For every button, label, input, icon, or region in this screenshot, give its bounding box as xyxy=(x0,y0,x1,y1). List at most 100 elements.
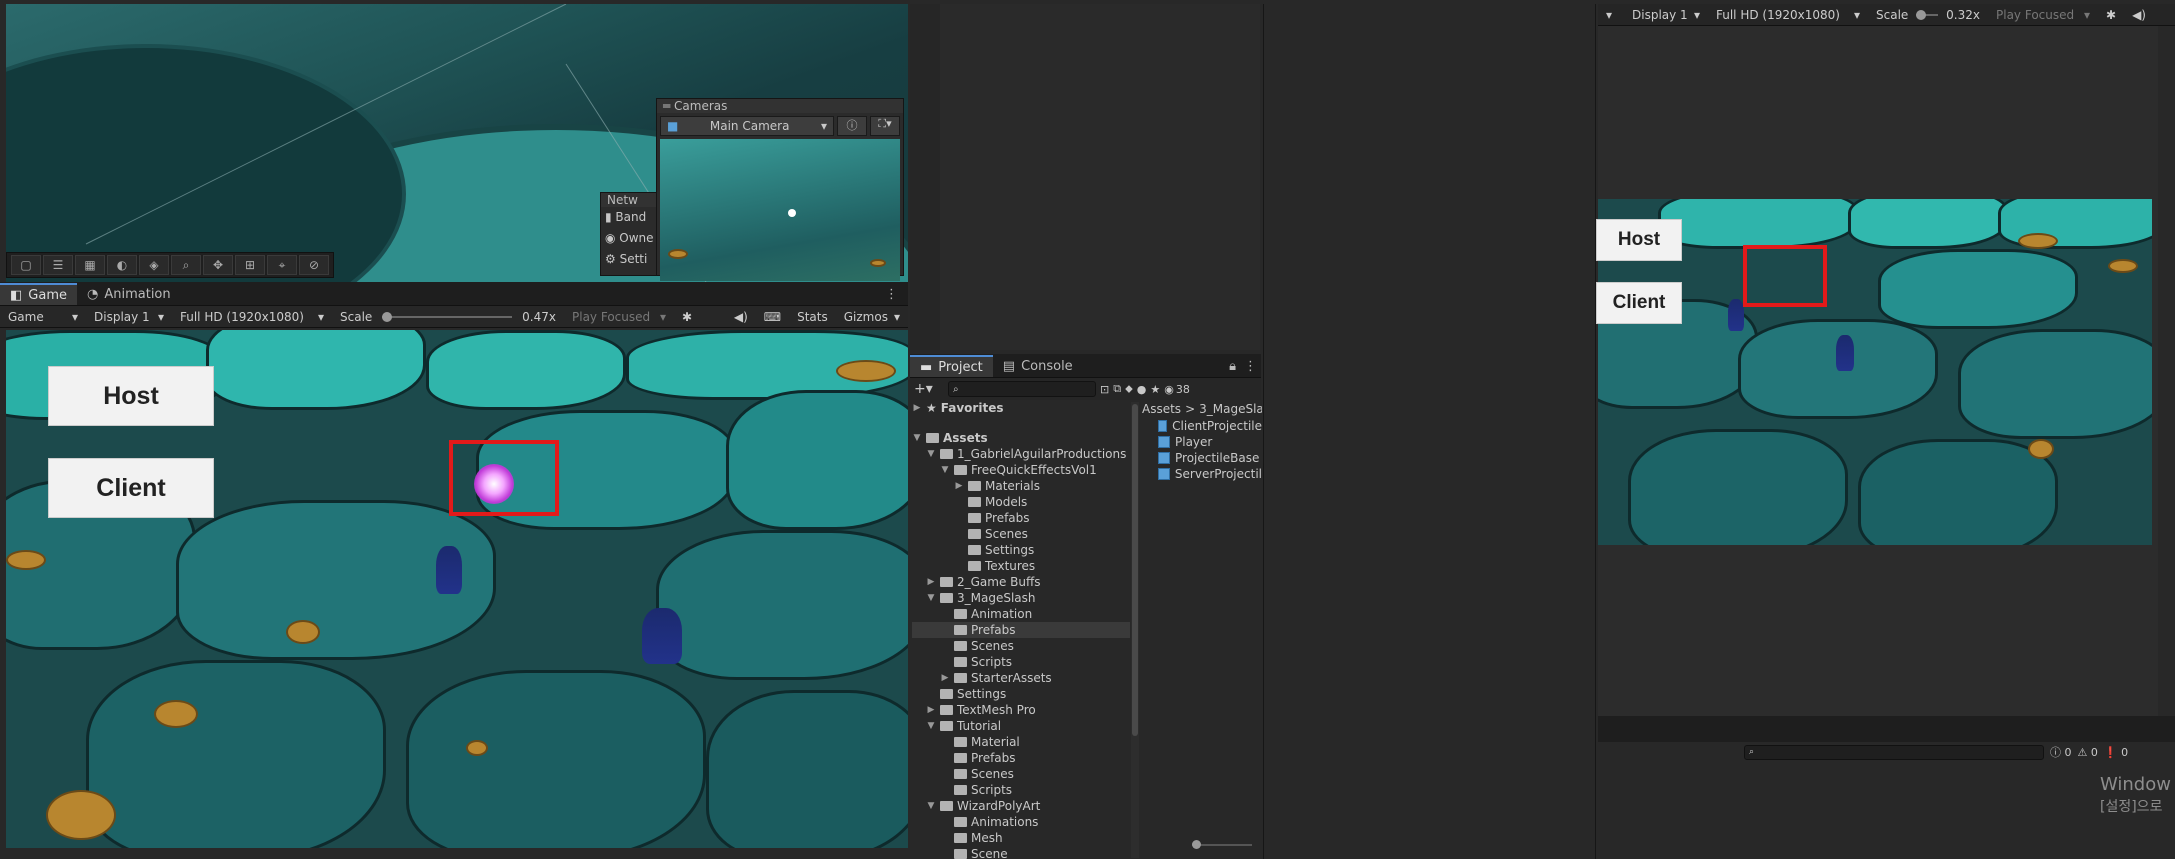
expand-arrow-closed-icon[interactable]: ▶ xyxy=(926,702,936,718)
audio-mute-icon[interactable]: ◀) xyxy=(2124,8,2154,22)
move-tool-icon[interactable]: ✥ xyxy=(203,255,233,275)
camera-tool-icon[interactable]: ⌖ xyxy=(267,255,297,275)
tab-project[interactable]: ▬ Project xyxy=(910,355,993,377)
console-info-count[interactable]: ⓘ 0 xyxy=(2050,744,2072,760)
folder-tree-item[interactable]: Animation xyxy=(912,606,1130,622)
expand-arrow-open-icon[interactable]: ▼ xyxy=(926,718,936,734)
expand-arrow-closed-icon[interactable]: ▶ xyxy=(940,670,950,686)
project-search-input[interactable]: ⌕ xyxy=(948,381,1096,397)
tab-console[interactable]: ▤ Console xyxy=(993,355,1083,377)
bug-icon[interactable]: ✱ xyxy=(674,310,700,324)
console-warning-count[interactable]: ⚠ 0 xyxy=(2078,746,2098,759)
expand-arrow-closed-icon[interactable]: ▶ xyxy=(954,478,964,494)
icon-size-slider[interactable] xyxy=(1192,840,1252,849)
asset-item[interactable]: ServerProjectil xyxy=(1158,466,1262,482)
folder-tree-item[interactable]: Mesh xyxy=(912,830,1130,846)
rect-tool-icon[interactable]: ▢ xyxy=(11,255,41,275)
folder-tree-item[interactable]: Textures xyxy=(912,558,1130,574)
play-focused-dropdown[interactable]: Play Focused ▾ xyxy=(564,310,674,324)
expand-arrow-closed-icon[interactable]: ▶ xyxy=(926,574,936,590)
resolution-dropdown[interactable]: Full HD (1920x1080) ▾ xyxy=(172,310,332,324)
folder-tree-item[interactable]: ▼ FreeQuickEffectsVol1 xyxy=(912,462,1130,478)
breadcrumb-item-mageslash[interactable]: 3_MageSla xyxy=(1199,402,1262,416)
folder-tree-item[interactable]: Scenes xyxy=(912,766,1130,782)
lock-icon[interactable]: 🔒︎ xyxy=(1225,355,1240,377)
hidden-count-badge[interactable]: ◉ 38 xyxy=(1164,383,1190,396)
folder-tree-item[interactable]: Prefabs xyxy=(912,510,1130,526)
client-button[interactable]: Client xyxy=(48,458,214,518)
more-menu-icon[interactable]: ⋮ xyxy=(1240,355,1261,377)
folder-tree-item[interactable]: Settings xyxy=(912,542,1130,558)
breadcrumb-item-assets[interactable]: Assets xyxy=(1142,402,1181,416)
folder-tree-item[interactable]: ▼ 3_MageSlash xyxy=(912,590,1130,606)
grid-icon[interactable]: ▦ xyxy=(75,255,105,275)
camera-select-dropdown[interactable]: ■ Main Camera ▾ xyxy=(660,116,834,136)
network-item-settings[interactable]: ⚙ Setti xyxy=(605,249,659,270)
network-item-owner[interactable]: ◉ Owne xyxy=(605,228,659,249)
audio-mute-icon[interactable]: ◀) xyxy=(726,310,756,324)
search-by-type-icon[interactable]: ⊡ xyxy=(1100,383,1109,396)
folder-tree-item[interactable]: Scripts xyxy=(912,782,1130,798)
label-icon[interactable]: ⬥ xyxy=(1125,382,1133,396)
folder-tree-item[interactable]: Material xyxy=(912,734,1130,750)
host-button[interactable]: Host xyxy=(48,366,214,426)
gizmos-dropdown[interactable]: Gizmos ▾ xyxy=(836,310,908,324)
chevron-down-icon[interactable]: ▾ xyxy=(1598,8,1624,22)
right-host-button[interactable]: Host xyxy=(1596,219,1682,261)
favorites-item[interactable]: ▶ ★ Favorites xyxy=(912,400,1130,416)
console-error-count[interactable]: ❗ 0 xyxy=(2104,746,2128,759)
stats-button[interactable]: Stats xyxy=(789,310,836,324)
right-client-button[interactable]: Client xyxy=(1596,282,1682,324)
expand-arrow-open-icon[interactable]: ▼ xyxy=(926,798,936,814)
asset-item[interactable]: ClientProjectile xyxy=(1158,418,1262,434)
search-tool-icon[interactable]: ⌕ xyxy=(171,255,201,275)
folder-tree-item[interactable]: ▶ StarterAssets xyxy=(912,670,1130,686)
folder-tree-item[interactable]: Scripts xyxy=(912,654,1130,670)
shading-icon[interactable]: ◐ xyxy=(107,255,137,275)
right-play-focused-dropdown[interactable]: Play Focused ▾ xyxy=(1988,8,2098,22)
keyboard-icon[interactable]: ⌨ xyxy=(756,310,789,324)
folder-tree-item[interactable]: Prefabs xyxy=(912,750,1130,766)
network-item-bandwidth[interactable]: ▮ Band xyxy=(605,207,659,228)
expand-arrow-open-icon[interactable]: ▼ xyxy=(926,446,936,462)
folder-tree-item[interactable]: ▶ 2_Game Buffs xyxy=(912,574,1130,590)
folder-tree-item[interactable]: Settings xyxy=(912,686,1130,702)
scale-control[interactable]: Scale 0.47x xyxy=(332,310,564,324)
folder-tree-item[interactable]: ▼ WizardPolyArt xyxy=(912,798,1130,814)
compass-icon[interactable]: ⊘ xyxy=(299,255,329,275)
panels-icon[interactable]: ☰ xyxy=(43,255,73,275)
folder-tree-item[interactable]: Scenes xyxy=(912,638,1130,654)
display-dropdown[interactable]: Display 1 ▾ xyxy=(86,310,172,324)
project-tree-scrollbar[interactable] xyxy=(1131,402,1139,858)
asset-item[interactable]: ProjectileBase xyxy=(1158,450,1262,466)
folder-tree-item[interactable]: Animations xyxy=(912,814,1130,830)
camera-info-button[interactable]: ⓘ xyxy=(837,116,867,136)
scale-slider[interactable] xyxy=(1916,9,1939,20)
asset-item[interactable]: Player xyxy=(1158,434,1262,450)
transform-tool-icon[interactable]: ⊞ xyxy=(235,255,265,275)
console-search-input[interactable]: ⌕ xyxy=(1744,744,2044,760)
camera-frame-button[interactable]: ⛶▾ xyxy=(870,116,900,136)
right-resolution-dropdown[interactable]: Full HD (1920x1080) ▾ xyxy=(1708,8,1868,22)
bug-icon[interactable]: ✱ xyxy=(2098,8,2124,22)
tab-animation[interactable]: ◔ Animation xyxy=(77,283,181,305)
layers-icon[interactable]: ◈ xyxy=(139,255,169,275)
right-display-dropdown[interactable]: Display 1 ▾ xyxy=(1624,8,1708,22)
folder-tree-item[interactable]: Scenes xyxy=(912,526,1130,542)
folder-tree-item[interactable]: ▶ TextMesh Pro xyxy=(912,702,1130,718)
folder-tree-item[interactable]: ▼ 1_GabrielAguilarProductions xyxy=(912,446,1130,462)
favorite-star-icon[interactable]: ★ xyxy=(1150,383,1160,396)
folder-tree-item[interactable]: Scene xyxy=(912,846,1130,859)
folder-tree-item[interactable]: Prefabs xyxy=(912,622,1130,638)
info-icon[interactable]: ● xyxy=(1137,383,1147,396)
tab-game[interactable]: ◧ Game xyxy=(0,283,77,305)
expand-arrow-open-icon[interactable]: ▼ xyxy=(912,430,922,446)
more-menu-icon[interactable]: ⋮ xyxy=(875,283,908,305)
create-asset-button[interactable]: +▾ xyxy=(914,381,944,397)
expand-arrow-open-icon[interactable]: ▼ xyxy=(926,590,936,606)
folder-tree-item[interactable]: ▶ Materials xyxy=(912,478,1130,494)
folder-tree-item[interactable]: Models xyxy=(912,494,1130,510)
scale-slider[interactable] xyxy=(382,311,513,322)
expand-arrow-open-icon[interactable]: ▼ xyxy=(940,462,950,478)
folder-tree-item[interactable]: ▼ Tutorial xyxy=(912,718,1130,734)
